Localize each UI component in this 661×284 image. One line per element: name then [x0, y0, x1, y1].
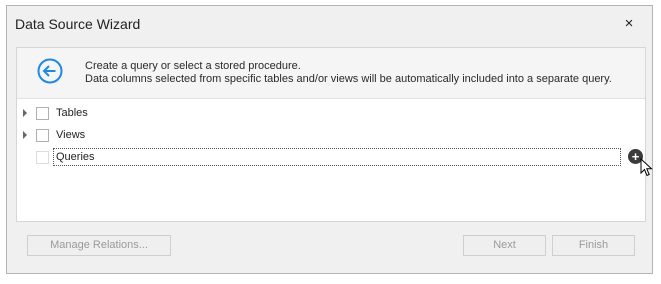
tree-item-queries[interactable]: Queries + — [17, 146, 653, 177]
finish-button[interactable]: Finish — [552, 235, 635, 256]
expand-arrow-icon[interactable] — [23, 109, 27, 117]
views-checkbox[interactable] — [36, 129, 49, 142]
tree-item-label: Queries — [56, 151, 95, 163]
tree-item-label: Views — [56, 129, 86, 141]
wizard-description: Create a query or select a stored proced… — [85, 60, 612, 86]
data-source-wizard-window: Data Source Wizard × Create a query or s… — [6, 5, 653, 274]
tree-item-label: Tables — [56, 107, 88, 119]
close-icon[interactable]: × — [620, 15, 638, 33]
description-line-1: Create a query or select a stored proced… — [85, 60, 301, 72]
tree-item-views[interactable]: Views — [17, 124, 645, 146]
back-arrow-icon[interactable] — [37, 58, 63, 84]
description-line-2: Data columns selected from specific tabl… — [85, 73, 612, 85]
window-title: Data Source Wizard — [15, 16, 141, 32]
tables-checkbox[interactable] — [36, 107, 49, 120]
selection-focus-rect — [53, 148, 621, 166]
query-tree: Tables Views Queries + — [17, 99, 653, 221]
title-bar: Data Source Wizard × — [7, 6, 652, 42]
expand-arrow-icon[interactable] — [23, 131, 27, 139]
wizard-header: Create a query or select a stored proced… — [17, 48, 645, 99]
tree-item-tables[interactable]: Tables — [17, 102, 645, 124]
manage-relations-button[interactable]: Manage Relations... — [27, 235, 171, 256]
wizard-content-panel: Create a query or select a stored proced… — [16, 47, 653, 222]
queries-checkbox — [36, 151, 49, 164]
mouse-cursor-icon — [640, 158, 653, 177]
next-button[interactable]: Next — [463, 235, 546, 256]
